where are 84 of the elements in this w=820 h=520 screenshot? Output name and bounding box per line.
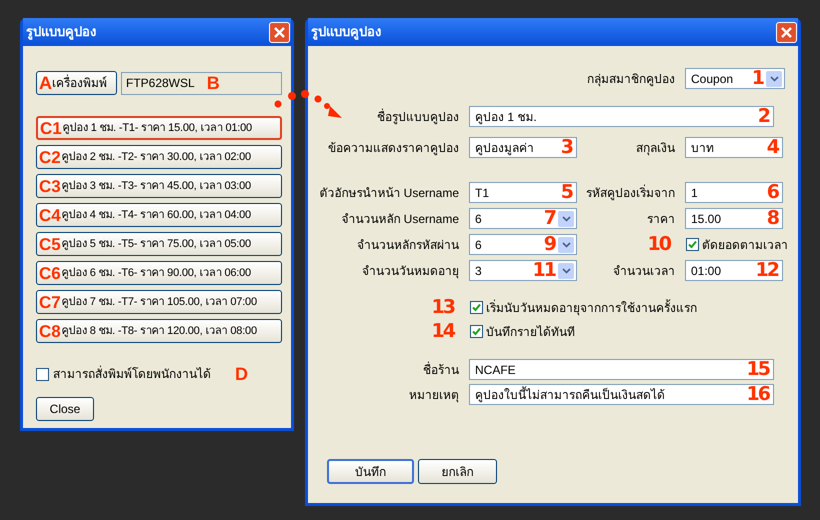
printer-field: FTP628WSL B bbox=[121, 72, 282, 94]
field-label: ตัวอักษรนำหน้า Username bbox=[319, 184, 459, 202]
chevron-down-icon[interactable] bbox=[766, 70, 782, 86]
input-field[interactable]: T1 5 bbox=[469, 182, 577, 203]
annotation-label: C2 bbox=[39, 148, 61, 166]
dropdown[interactable]: Coupon 1 bbox=[685, 68, 785, 89]
annotation-label: C1 bbox=[40, 120, 62, 136]
field-label: สกุลเงิน bbox=[636, 140, 675, 156]
checkbox-label: ตัดยอดตามเวลา bbox=[702, 236, 788, 254]
close-icon bbox=[780, 26, 793, 38]
annotation-number: 4 bbox=[766, 138, 778, 157]
coupon-button[interactable]: C7คูปอง 7 ชม. -T7- ราคา 105.00, เวลา 07:00 bbox=[36, 290, 282, 314]
window-title: รูปแบบคูปอง bbox=[311, 23, 381, 42]
annotation-number: 13 bbox=[432, 298, 454, 317]
chevron-down-icon[interactable] bbox=[558, 236, 574, 252]
dropdown[interactable]: 3 11 bbox=[469, 260, 577, 281]
dropdown[interactable]: 6 7 bbox=[469, 208, 577, 229]
annotation-number: 8 bbox=[766, 209, 778, 228]
checkbox-label: บันทึกรายได้ทันที bbox=[486, 324, 575, 340]
chevron-down-icon[interactable] bbox=[558, 262, 574, 278]
annotation-label: C3 bbox=[39, 178, 61, 194]
checkbox-label: เริ่มนับวันหมดอายุจากการใช้งานครั้งแรก bbox=[486, 298, 697, 316]
annotation-number: 7 bbox=[544, 209, 555, 228]
annotation-number: 6 bbox=[766, 183, 778, 202]
coupon-button[interactable]: C2คูปอง 2 ชม. -T2- ราคา 30.00, เวลา 02:00 bbox=[36, 145, 282, 169]
close-icon bbox=[273, 26, 286, 38]
annotation-label: C7 bbox=[39, 294, 61, 310]
annotation-number: 14 bbox=[432, 322, 454, 341]
annotation-number: 10 bbox=[648, 235, 670, 254]
input-field[interactable]: บาท 4 bbox=[685, 137, 783, 158]
coupon-button[interactable]: C6คูปอง 6 ชม. -T6- ราคา 90.00, เวลา 06:00 bbox=[36, 261, 282, 285]
field-label: จำนวนหลัก Username bbox=[341, 210, 459, 228]
annotation-number: 3 bbox=[560, 138, 572, 157]
checkbox[interactable] bbox=[470, 301, 483, 314]
coupon-button[interactable]: C4คูปอง 4 ชม. -T4- ราคา 60.00, เวลา 04:00 bbox=[36, 203, 282, 227]
coupon-button[interactable]: C5คูปอง 5 ชม. -T5- ราคา 75.00, เวลา 05:00 bbox=[36, 232, 282, 256]
annotation-number: 2 bbox=[758, 107, 769, 126]
annotation-number: 9 bbox=[544, 235, 555, 254]
checkbox[interactable] bbox=[686, 238, 699, 251]
annotation-number: 12 bbox=[756, 261, 778, 280]
printer-button[interactable]: Aเครื่องพิมพ์ bbox=[36, 71, 117, 95]
annotation-number: 5 bbox=[560, 183, 572, 202]
annotation-label: C5 bbox=[39, 236, 61, 252]
field-label: ราคา bbox=[647, 210, 675, 228]
close-button[interactable]: Close bbox=[36, 397, 94, 421]
input-field[interactable]: 1 6 bbox=[685, 182, 783, 203]
coupon-button[interactable]: C8คูปอง 8 ชม. -T8- ราคา 120.00, เวลา 08:00 bbox=[36, 319, 282, 343]
field-label: จำนวนเวลา bbox=[613, 262, 675, 280]
window-title: รูปแบบคูปอง bbox=[26, 23, 96, 42]
coupon-button[interactable]: C1คูปอง 1 ชม. -T1- ราคา 15.00, เวลา 01:00 bbox=[36, 116, 282, 140]
annotation-number: 1 bbox=[752, 69, 763, 88]
field-label: รหัสคูปองเริ่มจาก bbox=[586, 184, 675, 202]
input-field[interactable]: คูปอง 1 ชม. 2 bbox=[469, 106, 774, 127]
field-label: จำนวนหลักรหัสผ่าน bbox=[357, 236, 459, 254]
annotation-label: C8 bbox=[39, 322, 61, 340]
input-field[interactable]: 01:00 12 bbox=[685, 260, 783, 281]
cancel-button[interactable]: ยกเลิก bbox=[418, 459, 497, 484]
save-button[interactable]: บันทึก bbox=[327, 459, 414, 484]
checkbox[interactable] bbox=[36, 368, 49, 380]
annotation-label: C6 bbox=[39, 264, 61, 282]
annotation-letter: D bbox=[235, 365, 248, 383]
annotation-label: C4 bbox=[39, 206, 61, 224]
input-field[interactable]: คูปองมูลค่า 3 bbox=[469, 137, 577, 158]
chevron-down-icon[interactable] bbox=[558, 210, 574, 226]
field-label: จำนวนวันหมดอายุ bbox=[362, 262, 459, 280]
checkbox-label: สามารถสั่งพิมพ์โดยพนักงานได้ bbox=[53, 365, 211, 383]
field-label: ชื่อรูปแบบคูปอง bbox=[377, 108, 459, 126]
dropdown[interactable]: 6 9 bbox=[469, 234, 577, 255]
field-label: หมายเหตุ bbox=[409, 386, 459, 404]
annotation-number: 11 bbox=[532, 261, 555, 280]
coupon-button[interactable]: C3คูปอง 3 ชม. -T3- ราคา 45.00, เวลา 03:00 bbox=[36, 174, 282, 198]
annotation-letter: B bbox=[206, 74, 220, 92]
close-button[interactable] bbox=[776, 22, 797, 42]
field-label: ชื่อร้าน bbox=[423, 360, 459, 378]
checkbox[interactable] bbox=[470, 325, 483, 338]
annotation-number: 15 bbox=[746, 360, 769, 379]
annotation-letter: A bbox=[39, 74, 52, 92]
input-field[interactable]: 15.00 8 bbox=[685, 208, 783, 229]
annotation-number: 16 bbox=[746, 385, 769, 404]
close-button[interactable] bbox=[269, 22, 290, 42]
input-field[interactable]: คูปองใบนี้ไม่สามารถคืนเป็นเงินสดได้ 16 bbox=[469, 384, 774, 405]
input-field[interactable]: NCAFE 15 bbox=[469, 359, 774, 380]
field-label: ข้อความแสดงราคาคูปอง bbox=[328, 140, 459, 156]
field-label: กลุ่มสมาชิกคูปอง bbox=[587, 70, 675, 88]
